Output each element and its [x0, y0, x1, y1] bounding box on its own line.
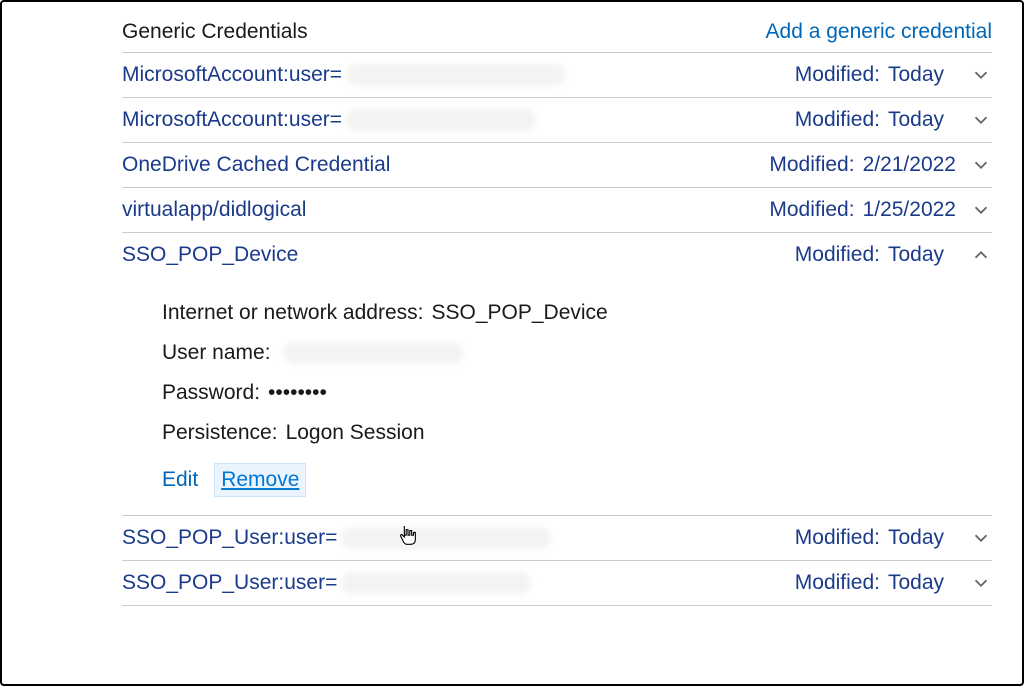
- modified-value: Today: [888, 243, 956, 267]
- modified-value: 2/21/2022: [863, 153, 956, 177]
- detail-username-label: User name:: [162, 341, 271, 365]
- chevron-down-icon[interactable]: [970, 572, 992, 594]
- credential-name[interactable]: SSO_POP_User:user=: [122, 571, 795, 595]
- modified-label: Modified:: [795, 108, 880, 132]
- credential-row[interactable]: SSO_POP_Device Modified: Today: [122, 233, 992, 277]
- modified-label: Modified:: [769, 153, 854, 177]
- detail-address: Internet or network address: SSO_POP_Dev…: [162, 293, 992, 333]
- credential-details-panel: Internet or network address: SSO_POP_Dev…: [122, 277, 992, 516]
- detail-username: User name:: [162, 333, 992, 373]
- modified-label: Modified:: [795, 571, 880, 595]
- credential-name[interactable]: OneDrive Cached Credential: [122, 153, 769, 177]
- redacted-text: [346, 64, 566, 86]
- detail-password-value: ••••••••: [268, 381, 327, 405]
- redacted-text: [341, 527, 551, 549]
- remove-link[interactable]: Remove: [214, 463, 306, 497]
- credential-name[interactable]: virtualapp/didlogical: [122, 198, 769, 222]
- detail-persistence-value: Logon Session: [286, 421, 425, 445]
- add-credential-link[interactable]: Add a generic credential: [766, 20, 992, 44]
- credential-name-text: SSO_POP_User:user=: [122, 571, 337, 595]
- modified-label: Modified:: [769, 198, 854, 222]
- credential-row[interactable]: SSO_POP_User:user= Modified: Today: [122, 561, 992, 606]
- credential-name[interactable]: MicrosoftAccount:user=: [122, 108, 795, 132]
- section-title: Generic Credentials: [122, 20, 308, 44]
- credential-name[interactable]: MicrosoftAccount:user=: [122, 63, 795, 87]
- credential-name-text: OneDrive Cached Credential: [122, 153, 390, 177]
- credential-row[interactable]: MicrosoftAccount:user= Modified: Today: [122, 53, 992, 98]
- redacted-text: [346, 109, 536, 131]
- credential-name-text: virtualapp/didlogical: [122, 198, 306, 222]
- credential-row[interactable]: SSO_POP_User:user= Modified: Today: [122, 516, 992, 561]
- credential-name-text: MicrosoftAccount:user=: [122, 108, 342, 132]
- redacted-text: [341, 572, 531, 594]
- modified-value: Today: [888, 571, 956, 595]
- edit-link[interactable]: Edit: [162, 468, 198, 492]
- credential-row[interactable]: OneDrive Cached Credential Modified: 2/2…: [122, 143, 992, 188]
- credential-name-text: SSO_POP_User:user=: [122, 526, 337, 550]
- modified-label: Modified:: [795, 243, 880, 267]
- detail-persistence-label: Persistence:: [162, 421, 278, 445]
- credential-row[interactable]: virtualapp/didlogical Modified: 1/25/202…: [122, 188, 992, 233]
- modified-value: 1/25/2022: [863, 198, 956, 222]
- credential-name[interactable]: SSO_POP_Device: [122, 243, 795, 267]
- detail-password: Password: ••••••••: [162, 373, 992, 413]
- credential-name[interactable]: SSO_POP_User:user=: [122, 526, 795, 550]
- credential-name-text: SSO_POP_Device: [122, 243, 298, 267]
- detail-persistence: Persistence: Logon Session: [162, 413, 992, 453]
- chevron-down-icon[interactable]: [970, 64, 992, 86]
- modified-value: Today: [888, 526, 956, 550]
- modified-label: Modified:: [795, 63, 880, 87]
- detail-address-label: Internet or network address:: [162, 301, 423, 325]
- credential-row[interactable]: MicrosoftAccount:user= Modified: Today: [122, 98, 992, 143]
- detail-password-label: Password:: [162, 381, 260, 405]
- modified-value: Today: [888, 63, 956, 87]
- modified-value: Today: [888, 108, 956, 132]
- redacted-text: [283, 342, 463, 364]
- modified-label: Modified:: [795, 526, 880, 550]
- detail-address-value: SSO_POP_Device: [431, 301, 607, 325]
- chevron-down-icon[interactable]: [970, 527, 992, 549]
- chevron-down-icon[interactable]: [970, 109, 992, 131]
- chevron-up-icon[interactable]: [970, 244, 992, 266]
- chevron-down-icon[interactable]: [970, 199, 992, 221]
- credential-name-text: MicrosoftAccount:user=: [122, 63, 342, 87]
- chevron-down-icon[interactable]: [970, 154, 992, 176]
